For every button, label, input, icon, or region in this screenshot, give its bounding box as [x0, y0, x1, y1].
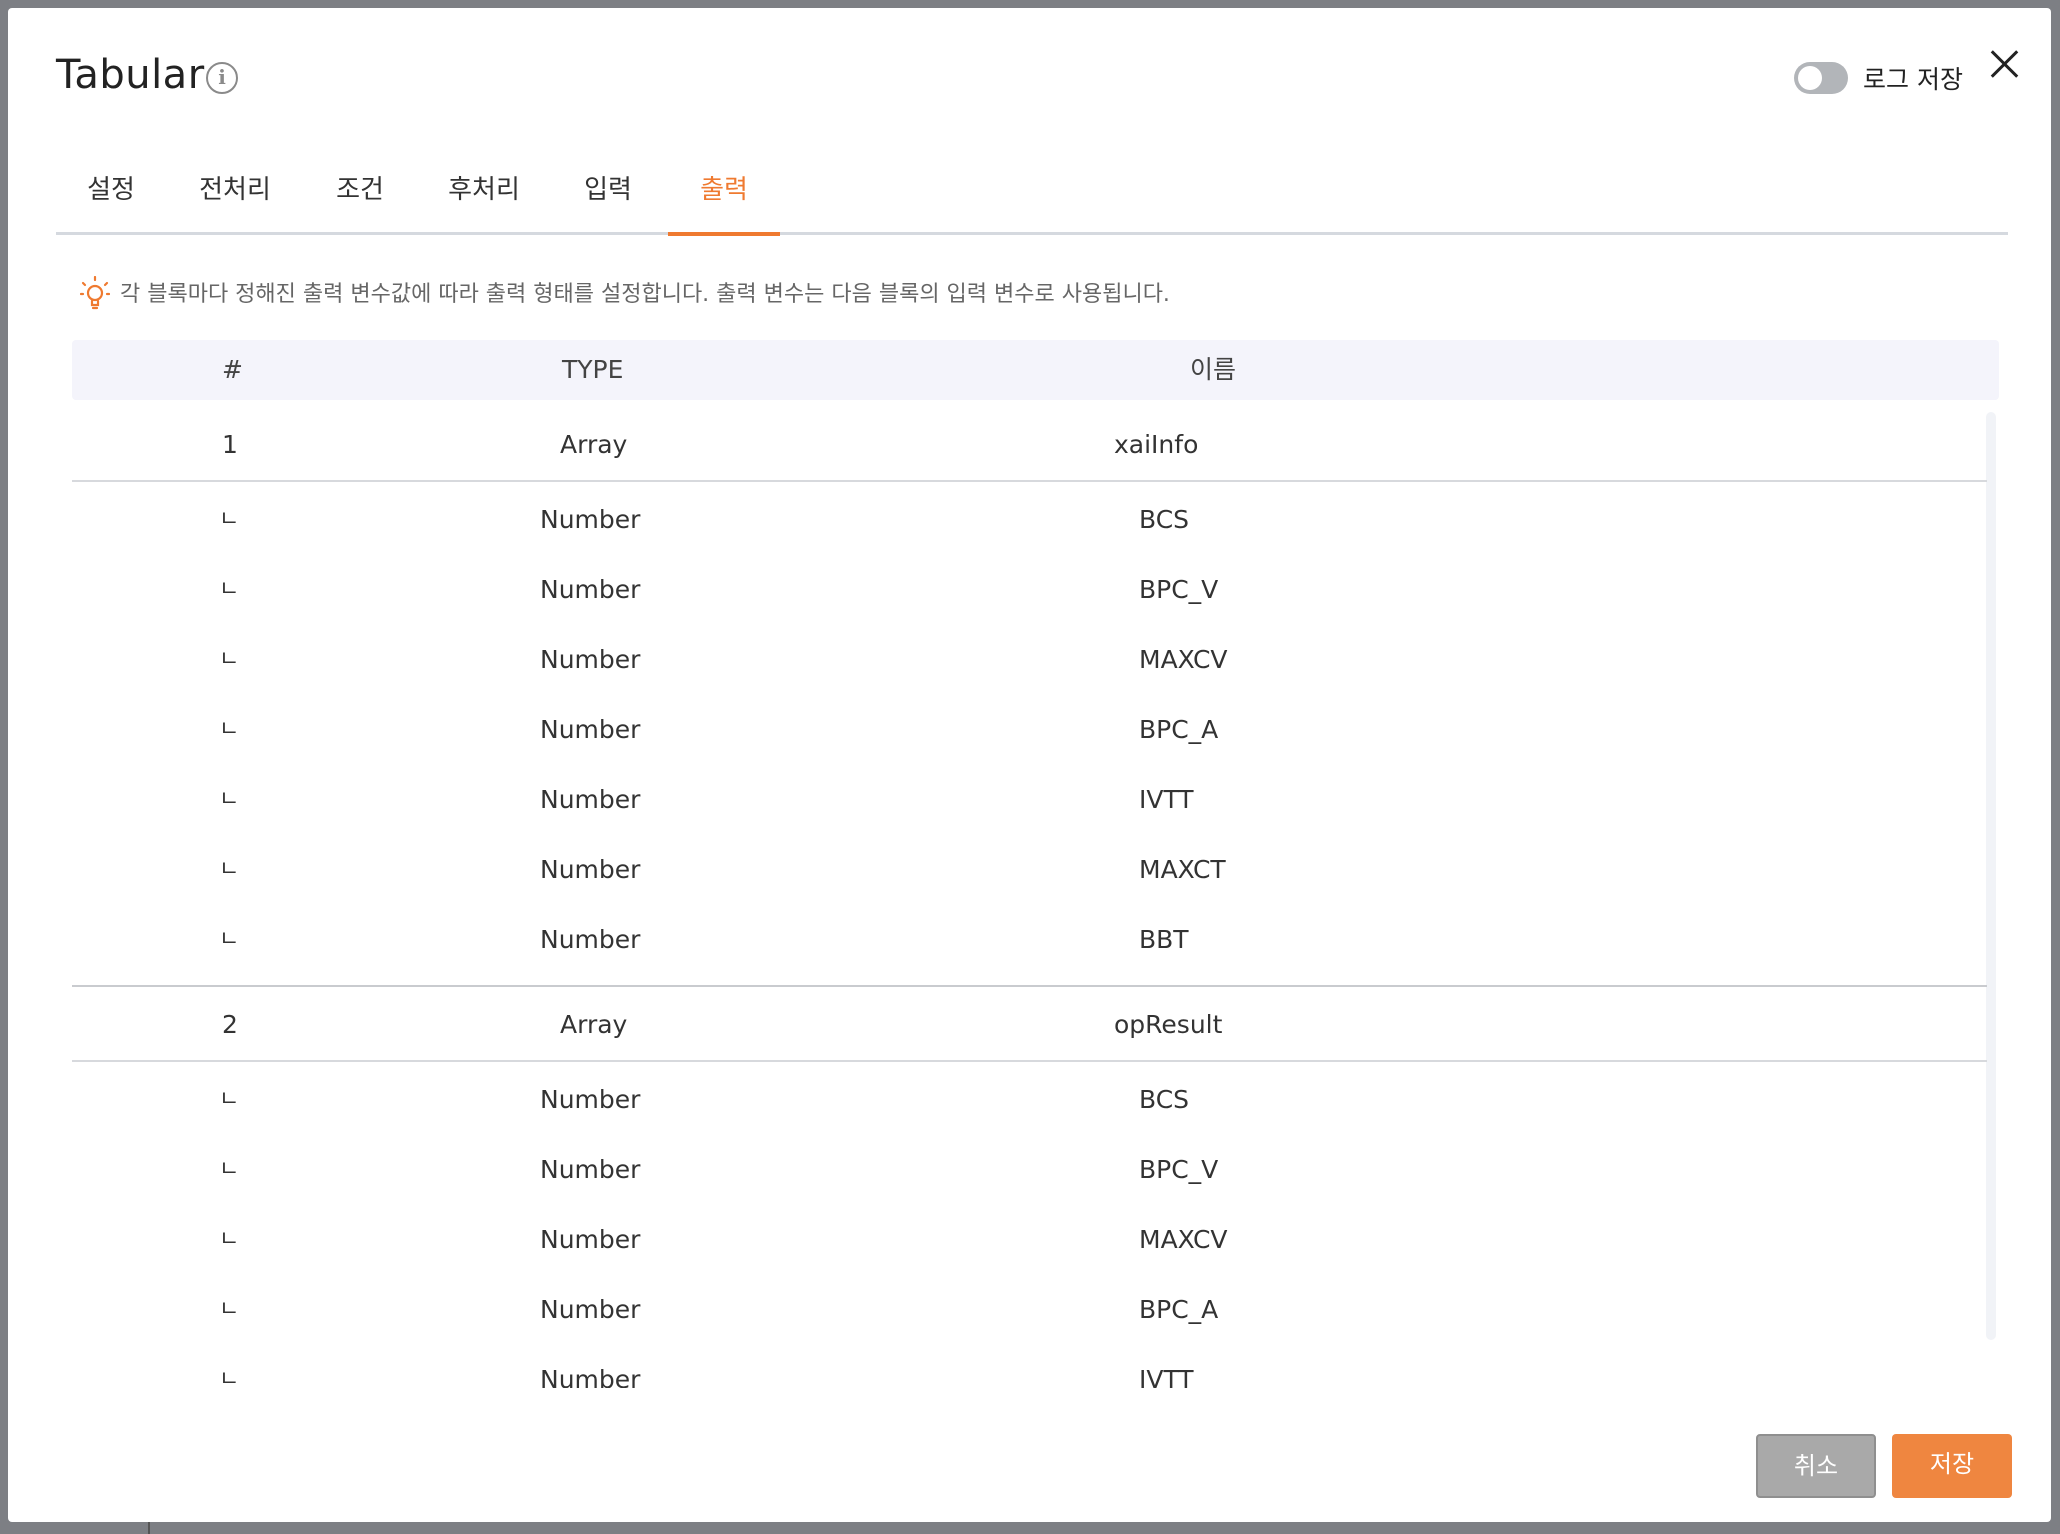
child-marker: ㄴ	[219, 647, 240, 672]
row-type: Array	[560, 430, 628, 459]
tab-input[interactable]: 입력	[581, 148, 635, 236]
table-subrow[interactable]: ㄴ Number BPC_A	[72, 695, 1987, 765]
table-subrow[interactable]: ㄴ Number IVTT	[72, 1345, 1987, 1388]
table-subrow[interactable]: ㄴ Number MAXCV	[72, 625, 1987, 695]
row-name: BBT	[1139, 925, 1189, 954]
row-type: Number	[540, 1225, 641, 1254]
child-marker: ㄴ	[219, 507, 240, 532]
row-type: Number	[540, 575, 641, 604]
log-save-toggle[interactable]	[1794, 62, 1848, 94]
cancel-button[interactable]: 취소	[1756, 1434, 1876, 1498]
row-type: Number	[540, 715, 641, 744]
child-marker: ㄴ	[219, 857, 240, 882]
table-subrow[interactable]: ㄴ Number BCS	[72, 1065, 1987, 1135]
table-subrow[interactable]: ㄴ Number BPC_V	[72, 1135, 1987, 1205]
tab-label: 출력	[700, 175, 748, 205]
row-name: xaiInfo	[1114, 430, 1199, 459]
table-subrow[interactable]: ㄴ Number BPC_A	[72, 1275, 1987, 1345]
column-header-index: #	[222, 355, 243, 384]
row-index: 2	[222, 1010, 238, 1039]
log-save-label: 로그 저장	[1863, 65, 1963, 94]
tabular-dialog: Tabular i 로그 저장 설정 전처리 조건 후처리 입력 출력 각 블록…	[8, 8, 2051, 1522]
active-tab-indicator	[668, 232, 780, 236]
table-subrow[interactable]: ㄴ Number BCS	[72, 485, 1987, 555]
child-marker: ㄴ	[219, 1227, 240, 1252]
tab-label: 후처리	[448, 175, 520, 205]
row-type: Number	[540, 925, 641, 954]
row-name: BPC_V	[1139, 1155, 1219, 1184]
child-marker: ㄴ	[219, 787, 240, 812]
info-icon[interactable]: i	[206, 62, 238, 94]
table-subrow[interactable]: ㄴ Number BPC_V	[72, 555, 1987, 625]
row-name: BPC_A	[1139, 715, 1219, 744]
output-variables-table: # TYPE 이름 1 Array xaiInfo ㄴ Number BCS ㄴ…	[72, 340, 1999, 1388]
row-type: Number	[540, 1155, 641, 1184]
tab-label: 입력	[584, 175, 632, 205]
row-name: MAXCT	[1139, 855, 1226, 884]
tab-label: 설정	[87, 175, 135, 205]
dialog-title: Tabular	[56, 52, 205, 98]
lightbulb-icon	[80, 276, 110, 310]
child-marker: ㄴ	[219, 1087, 240, 1112]
table-scrollbar-track[interactable]	[1986, 412, 1996, 1340]
child-marker: ㄴ	[219, 927, 240, 952]
tab-output[interactable]: 출력	[668, 148, 780, 236]
row-name: opResult	[1114, 1010, 1223, 1039]
child-marker: ㄴ	[219, 717, 240, 742]
toggle-knob	[1798, 66, 1822, 90]
child-marker: ㄴ	[219, 1157, 240, 1182]
row-name: BCS	[1139, 1085, 1190, 1114]
child-marker: ㄴ	[219, 577, 240, 602]
child-marker: ㄴ	[219, 1297, 240, 1322]
table-header: # TYPE 이름	[72, 340, 1999, 400]
table-subrow[interactable]: ㄴ Number BBT	[72, 905, 1987, 975]
tab-label: 조건	[336, 175, 384, 205]
child-marker: ㄴ	[219, 1367, 240, 1388]
tab-bar: 설정 전처리 조건 후처리 입력 출력	[56, 148, 2008, 236]
backdrop-divider	[148, 1522, 150, 1534]
row-type: Number	[540, 1085, 641, 1114]
table-subrow[interactable]: ㄴ Number IVTT	[72, 765, 1987, 835]
row-type: Number	[540, 1295, 641, 1324]
hint-text: 각 블록마다 정해진 출력 변수값에 따라 출력 형태를 설정합니다. 출력 변…	[120, 282, 1170, 307]
row-group-divider	[72, 985, 1987, 987]
table-subrow[interactable]: ㄴ Number MAXCT	[72, 835, 1987, 905]
table-subrow[interactable]: ㄴ Number MAXCV	[72, 1205, 1987, 1275]
tab-preprocess[interactable]: 전처리	[196, 148, 274, 236]
tab-label: 전처리	[199, 175, 271, 205]
table-row[interactable]: 1 Array xaiInfo	[72, 410, 1987, 482]
row-name: IVTT	[1139, 1365, 1194, 1388]
table-row[interactable]: 2 Array opResult	[72, 990, 1987, 1062]
column-header-name: 이름	[1190, 355, 1237, 384]
row-type: Number	[540, 785, 641, 814]
row-name: IVTT	[1139, 785, 1194, 814]
row-type: Number	[540, 645, 641, 674]
row-index: 1	[222, 430, 238, 459]
tab-postprocess[interactable]: 후처리	[445, 148, 523, 236]
row-type: Number	[540, 505, 641, 534]
save-button[interactable]: 저장	[1892, 1434, 2012, 1498]
tab-condition[interactable]: 조건	[333, 148, 387, 236]
row-name: MAXCV	[1139, 645, 1228, 674]
row-type: Number	[540, 855, 641, 884]
row-type: Number	[540, 1365, 641, 1388]
row-name: BCS	[1139, 505, 1190, 534]
row-name: BPC_V	[1139, 575, 1219, 604]
row-type: Array	[560, 1010, 628, 1039]
column-header-type: TYPE	[562, 355, 624, 384]
tab-settings[interactable]: 설정	[84, 148, 138, 236]
close-icon[interactable]	[1984, 44, 2024, 84]
row-name: MAXCV	[1139, 1225, 1228, 1254]
row-name: BPC_A	[1139, 1295, 1219, 1324]
